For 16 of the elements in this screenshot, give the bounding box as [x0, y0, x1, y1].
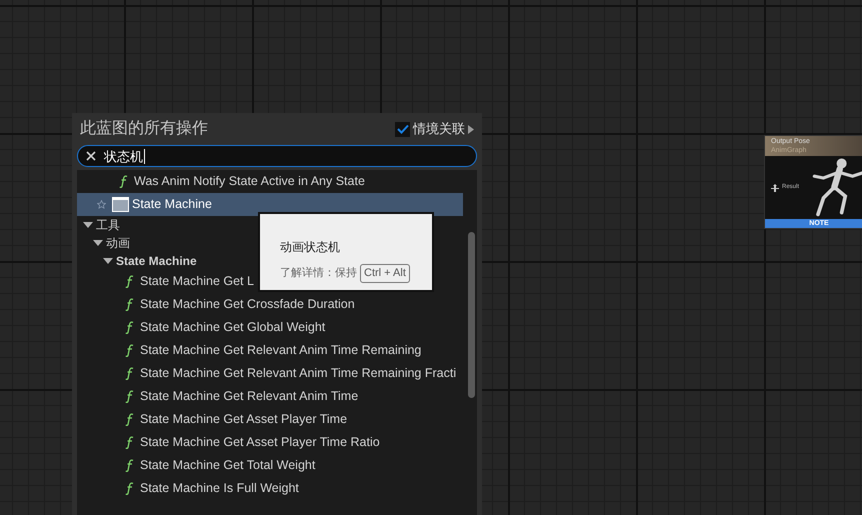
action-label: State Machine Get Relevant Anim Time Remaining Fracti: [140, 365, 456, 382]
shortcut-key: Ctrl + Alt: [360, 264, 410, 282]
action-label: State Machine Get Global Weight: [140, 319, 326, 336]
panel-title: 此蓝图的所有操作: [80, 118, 208, 139]
action-label: State Machine: [132, 196, 212, 214]
action-label: State Machine Get Crossfade Duration: [140, 296, 355, 314]
action-label: Was Anim Notify State Active in Any State: [134, 173, 365, 190]
action-label: State Machine Is Full Weight: [140, 480, 299, 498]
tooltip-title: 动画状态机: [280, 239, 341, 256]
tooltip-hint: 了解详情：保持: [280, 266, 357, 281]
action-label: State Machine Get Asset Player Time: [140, 411, 348, 428]
action-label: State Machine Get Relevant Anim Time: [140, 388, 358, 406]
action-label: State Machine Get Total Weight: [140, 457, 316, 474]
action-label: State Machine Get Asset Player Time Ratio: [140, 434, 380, 452]
action-label: State Machine Get L: [140, 273, 254, 290]
action-label: State Machine Get Relevant Anim Time Remaining: [140, 342, 422, 360]
